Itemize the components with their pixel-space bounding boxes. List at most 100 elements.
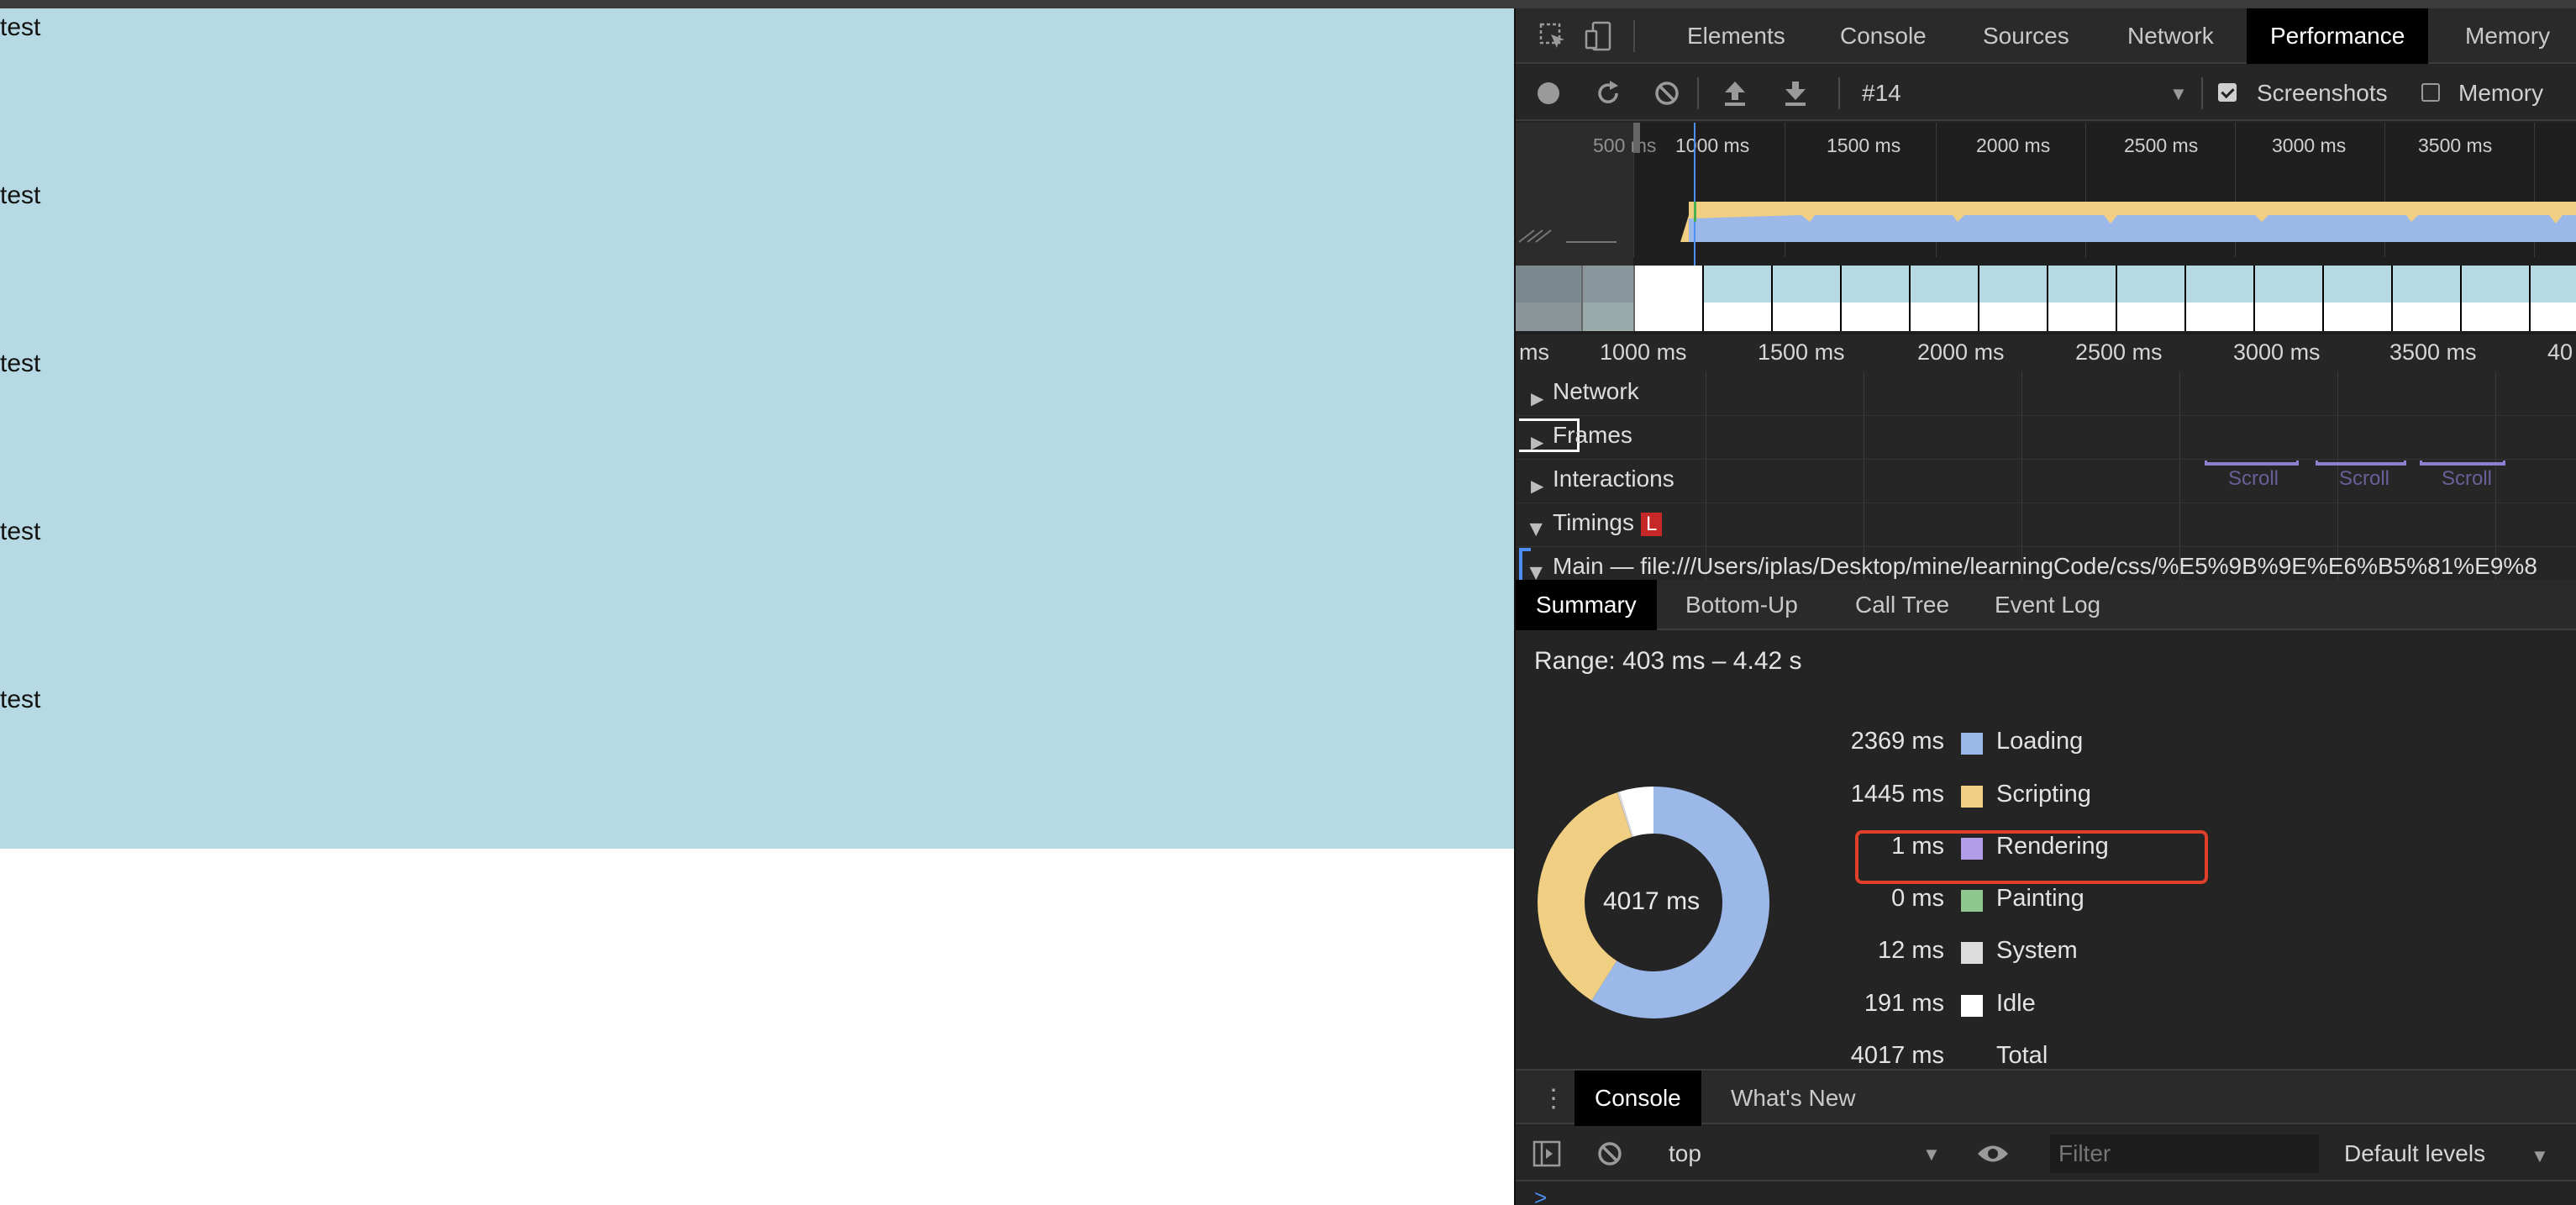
timeline-overview[interactable]: 500 ms 1000 ms 1500 ms 2000 ms 2500 ms 3… [1516, 123, 2576, 334]
screenshots-label: Screenshots [2257, 80, 2388, 106]
page-viewport: test test test test test [0, 8, 1514, 1205]
summary-panel: Range: 403 ms – 4.42 s 4017 ms 2369 ms L… [1516, 632, 2576, 1069]
track-interactions[interactable]: ▶ Interactions Scroll Scroll Scroll [1516, 459, 2576, 503]
blue-content-area: test test test test test [0, 8, 1514, 849]
test-text: test [0, 182, 41, 209]
system-swatch [1961, 942, 1983, 964]
flame-tick: 3000 ms [2233, 339, 2321, 365]
overview-tick: 1000 ms [1675, 134, 1750, 156]
separator [2201, 77, 2203, 109]
flame-tick: 2500 ms [2075, 339, 2163, 365]
test-text: test [0, 518, 41, 545]
chevron-down-icon[interactable]: ▼ [2169, 81, 2188, 108]
overview-tick: 3500 ms [2418, 134, 2493, 156]
download-icon[interactable] [1783, 80, 1808, 111]
devtools-panel: Elements Console Sources Network Perform… [1514, 8, 2576, 1205]
rendering-swatch [1961, 838, 1983, 860]
console-prompt[interactable]: > [1516, 1183, 2576, 1205]
flame-tick: ms [1519, 339, 1549, 365]
expand-triangle-icon[interactable]: ▶ [1531, 432, 1543, 453]
legend-row-system: 12 ms System [1878, 937, 2078, 964]
memory-checkbox[interactable] [2421, 83, 2440, 102]
idle-swatch [1961, 995, 1983, 1017]
scroll-interaction-bar[interactable] [2316, 460, 2406, 466]
drawer-tab-bar: ⋮ Console What's New [1516, 1069, 2576, 1126]
details-tab-bar: Summary Bottom-Up Call Tree Event Log [1516, 580, 2576, 630]
screenshot-filmstrip[interactable] [1516, 266, 2576, 331]
overview-tick: 3000 ms [2272, 134, 2347, 156]
tab-elements[interactable]: Elements [1687, 8, 1785, 64]
legend-row-total: 4017 ms Total [1850, 1042, 2048, 1069]
track-frames[interactable]: ▶ Frames [1516, 415, 2576, 460]
tab-event-log[interactable]: Event Log [1995, 580, 2100, 630]
console-filter-input[interactable] [2050, 1134, 2319, 1173]
tab-performance[interactable]: Performance [2247, 8, 2429, 64]
test-text: test [0, 686, 41, 713]
upload-icon[interactable] [1722, 80, 1748, 111]
performance-toolbar: #14 ▼ Screenshots Memory [1516, 66, 2576, 121]
chevron-down-icon[interactable]: ▼ [1922, 1141, 1941, 1168]
donut-total: 4017 ms [1603, 887, 1701, 915]
log-levels-select[interactable]: Default levels [2344, 1126, 2485, 1181]
separator [1838, 77, 1840, 109]
drawer-tab-whats-new[interactable]: What's New [1731, 1071, 1856, 1126]
flame-tick: 3500 ms [2389, 339, 2477, 365]
collapse-triangle-icon[interactable]: ▶ [1527, 524, 1548, 536]
tab-network[interactable]: Network [2127, 8, 2214, 64]
load-marker [1694, 202, 1696, 222]
scroll-label: Scroll [2442, 467, 2493, 490]
flame-tick: 2000 ms [1917, 339, 2005, 365]
overview-tick: 2500 ms [2124, 134, 2199, 156]
overview-tick: 2000 ms [1976, 134, 2051, 156]
chevron-down-icon[interactable]: ▼ [2531, 1143, 2549, 1170]
clear-icon[interactable] [1653, 80, 1680, 111]
eye-icon[interactable] [1976, 1141, 2010, 1171]
inspect-element-icon[interactable] [1539, 23, 1568, 55]
test-text: test [0, 350, 41, 377]
collapse-triangle-icon[interactable]: ▶ [1527, 567, 1548, 580]
console-toolbar: top ▼ Default levels ▼ [1516, 1126, 2576, 1181]
device-toolbar-icon[interactable] [1585, 21, 1615, 55]
expand-triangle-icon[interactable]: ▶ [1531, 476, 1543, 497]
legend-row-painting: 0 ms Painting [1891, 885, 2084, 912]
separator [1697, 77, 1699, 109]
largest-contentful-paint-badge[interactable]: L [1640, 513, 1663, 536]
cpu-activity-chart [1518, 202, 2576, 243]
legend-row-scripting: 1445 ms Scripting [1850, 781, 2091, 808]
legend-row-loading: 2369 ms Loading [1850, 728, 2084, 755]
tab-sources[interactable]: Sources [1983, 8, 2069, 64]
scroll-label: Scroll [2339, 467, 2390, 490]
profile-select[interactable]: #14 [1862, 66, 1901, 121]
show-sidebar-icon[interactable] [1532, 1140, 1561, 1171]
clear-console-icon[interactable] [1596, 1140, 1623, 1171]
legend-row-idle: 191 ms Idle [1864, 990, 2036, 1017]
track-timings[interactable]: ▶ Timings L [1516, 503, 2576, 547]
browser-top-bar [0, 0, 2576, 8]
range-handle-left[interactable] [1633, 123, 1640, 153]
context-select[interactable]: top [1669, 1126, 1701, 1181]
tab-call-tree[interactable]: Call Tree [1855, 580, 1949, 630]
painting-swatch [1961, 890, 1983, 912]
range-text: Range: 403 ms – 4.42 s [1534, 647, 1802, 675]
prompt-chevron-icon: > [1534, 1185, 1548, 1205]
drawer-tab-console[interactable]: Console [1575, 1071, 1701, 1126]
memory-label: Memory [2458, 80, 2544, 106]
tab-console[interactable]: Console [1840, 8, 1927, 64]
screenshots-checkbox[interactable] [2218, 83, 2237, 102]
overview-tick: 1500 ms [1827, 134, 1901, 156]
expand-triangle-icon[interactable]: ▶ [1531, 388, 1543, 409]
scripting-swatch [1961, 786, 1983, 808]
tab-summary[interactable]: Summary [1516, 580, 1657, 630]
devtools-tab-bar: Elements Console Sources Network Perform… [1516, 8, 2576, 64]
scroll-interaction-bar[interactable] [2205, 460, 2299, 466]
reload-icon[interactable] [1595, 80, 1622, 111]
flame-chart[interactable]: ms 1000 ms 1500 ms 2000 ms 2500 ms 3000 … [1516, 334, 2576, 581]
track-network[interactable]: ▶ Network [1516, 371, 2576, 416]
tab-memory[interactable]: Memory [2465, 8, 2550, 64]
more-vertical-icon[interactable]: ⋮ [1541, 1086, 1566, 1113]
tab-bottom-up[interactable]: Bottom-Up [1685, 580, 1798, 630]
record-icon[interactable] [1536, 81, 1561, 110]
scroll-label: Scroll [2228, 467, 2279, 490]
timings-label: Timings [1553, 509, 1634, 535]
scroll-interaction-bar[interactable] [2420, 460, 2505, 466]
